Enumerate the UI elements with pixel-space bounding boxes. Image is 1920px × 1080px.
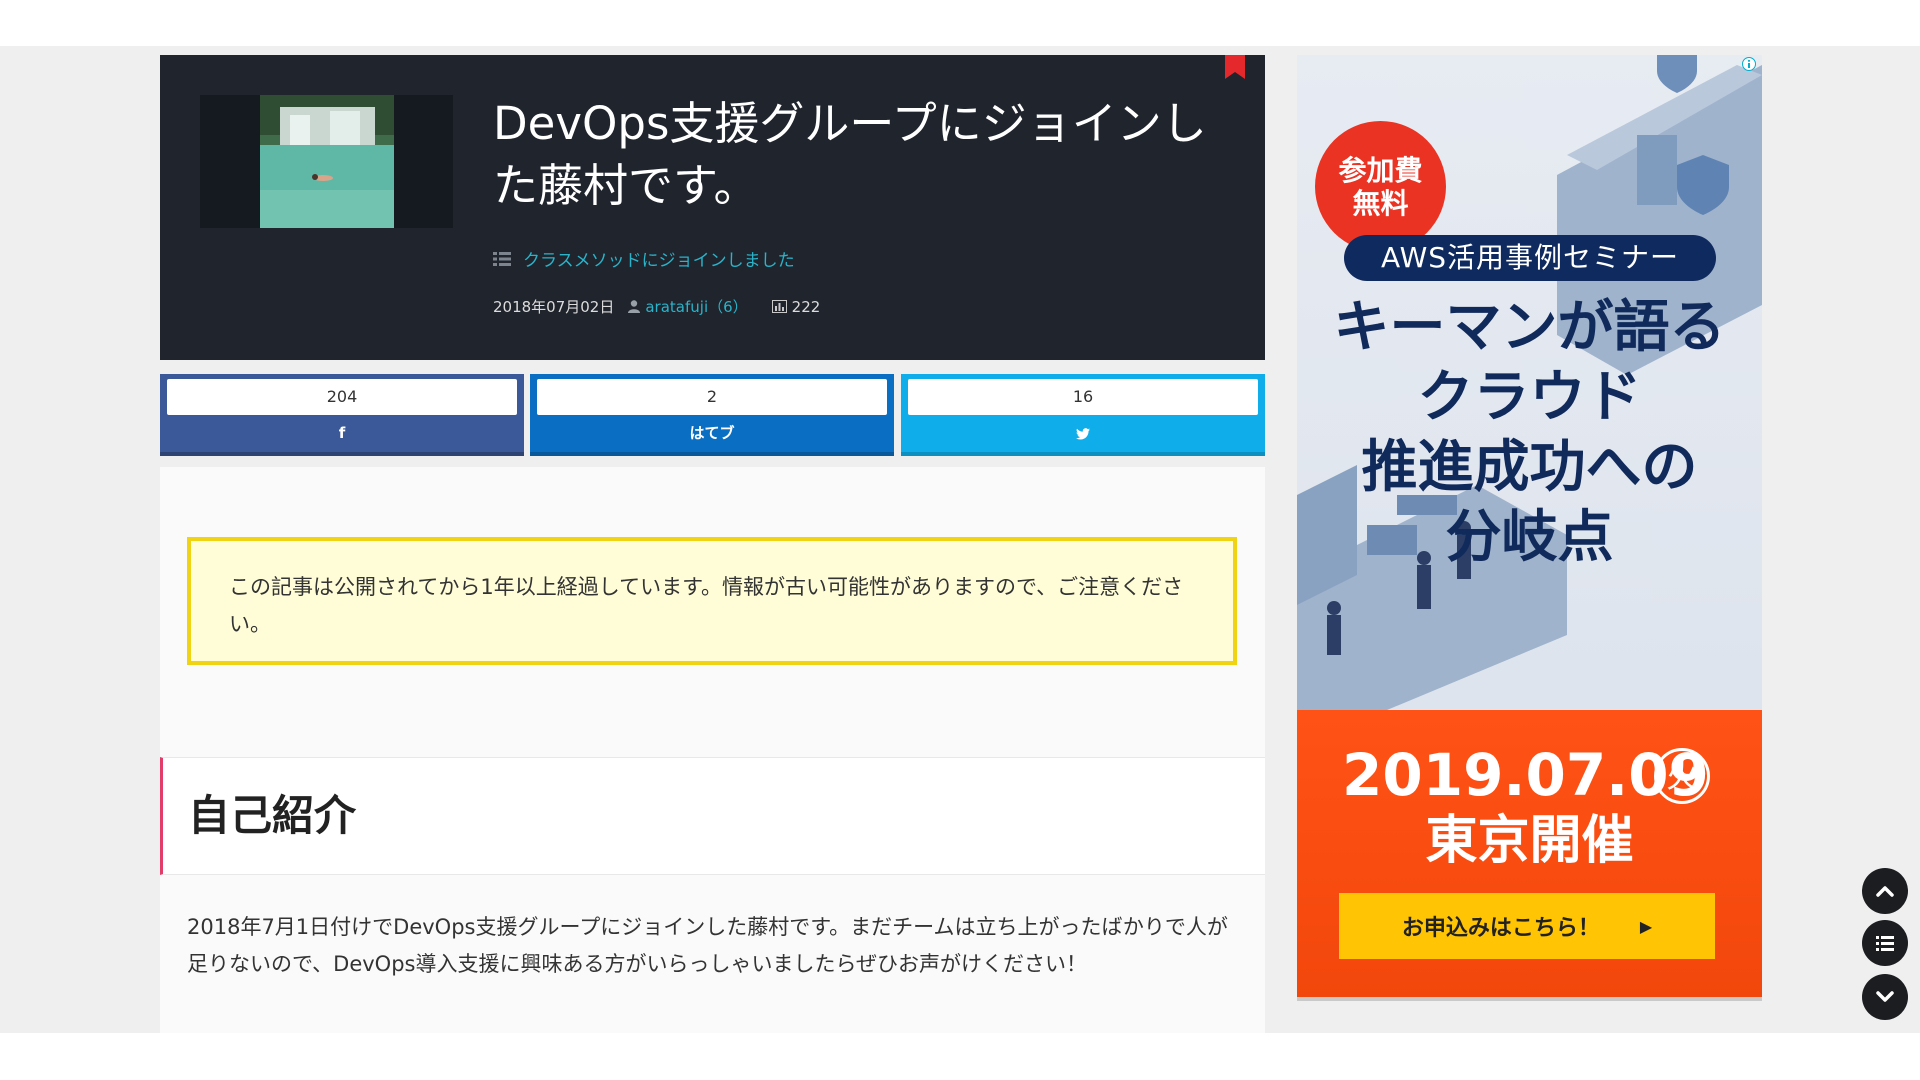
- article-content: この記事は公開されてから1年以上経過しています。情報が古い可能性がありますので、…: [160, 467, 1265, 1033]
- ad-headline: キーマンが語る クラウド 推進成功への 分岐点: [1297, 293, 1762, 573]
- page-title: DevOps支援グループにジョインした藤村です。: [493, 97, 1207, 212]
- chevron-down-icon: [1876, 991, 1894, 1002]
- toc-button[interactable]: [1862, 920, 1908, 966]
- ad-headline-line: クラウド: [1417, 365, 1642, 430]
- ad-headline-line: 分岐点: [1445, 505, 1614, 570]
- post-date: 2018年07月02日: [493, 298, 615, 316]
- facebook-share-count: 204: [167, 379, 517, 415]
- seminar-label: AWS活用事例セミナー: [1344, 235, 1716, 281]
- post-meta: 2018年07月02日 aratafuji（6） 222: [493, 296, 820, 317]
- facebook-share-button[interactable]: 204 f: [160, 374, 524, 456]
- bar-chart-icon: [771, 300, 787, 313]
- seminar-ad[interactable]: 参加費 無料 AWS活用事例セミナー キーマンが語る クラウド 推進成功への 分…: [1297, 55, 1762, 1001]
- twitter-share-count: 16: [908, 379, 1258, 415]
- apply-button-label: お申込みはこちら！: [1401, 916, 1600, 941]
- ad-border: [1297, 997, 1762, 1001]
- article-thumbnail[interactable]: [260, 95, 394, 228]
- event-weekday: 火: [1654, 748, 1710, 804]
- apply-button[interactable]: お申込みはこちら！ ▶: [1339, 893, 1715, 959]
- facebook-icon: f: [338, 424, 346, 442]
- hatebu-share-button[interactable]: 2 はてブ: [530, 374, 894, 456]
- user-icon: [628, 300, 641, 313]
- free-badge: 参加費 無料: [1315, 121, 1446, 252]
- info-icon[interactable]: [1742, 57, 1756, 71]
- ad-headline-line: キーマンが語る: [1333, 295, 1726, 360]
- author-link[interactable]: aratafuji（6）: [645, 296, 747, 317]
- ad-headline-line: 推進成功への: [1361, 435, 1698, 500]
- scroll-top-button[interactable]: [1862, 868, 1908, 914]
- article-paragraph: 2018年7月1日付けでDevOps支援グループにジョインした藤村です。まだチー…: [187, 915, 1228, 976]
- scroll-bottom-button[interactable]: [1862, 974, 1908, 1020]
- chevron-up-icon: [1876, 886, 1894, 897]
- bookmark-icon[interactable]: [1225, 55, 1245, 79]
- list-icon: [493, 251, 511, 266]
- play-arrow-icon: ▶: [1639, 916, 1653, 936]
- outdated-notice: この記事は公開されてから1年以上経過しています。情報が古い可能性がありますので、…: [187, 537, 1237, 665]
- list-icon: [1876, 935, 1894, 951]
- event-venue: 東京開催: [1425, 811, 1634, 871]
- section-heading: 自己紹介: [160, 757, 1265, 875]
- category-row: クラスメソッドにジョインしました: [493, 246, 795, 271]
- view-count: 222: [791, 297, 821, 316]
- hatebu-share-count: 2: [537, 379, 887, 415]
- twitter-bird-icon: [1076, 427, 1090, 439]
- category-link[interactable]: クラスメソッドにジョインしました: [523, 246, 795, 271]
- hatebu-label: はてブ: [689, 424, 735, 442]
- twitter-share-button[interactable]: 16: [901, 374, 1265, 456]
- article-header: DevOps支援グループにジョインした藤村です。 クラスメソッドにジョインしまし…: [160, 55, 1265, 360]
- thumbnail-frame: [200, 95, 453, 228]
- ad-date-panel: 2019.07.09 火 東京開催 お申込みはこちら！ ▶: [1297, 710, 1762, 1001]
